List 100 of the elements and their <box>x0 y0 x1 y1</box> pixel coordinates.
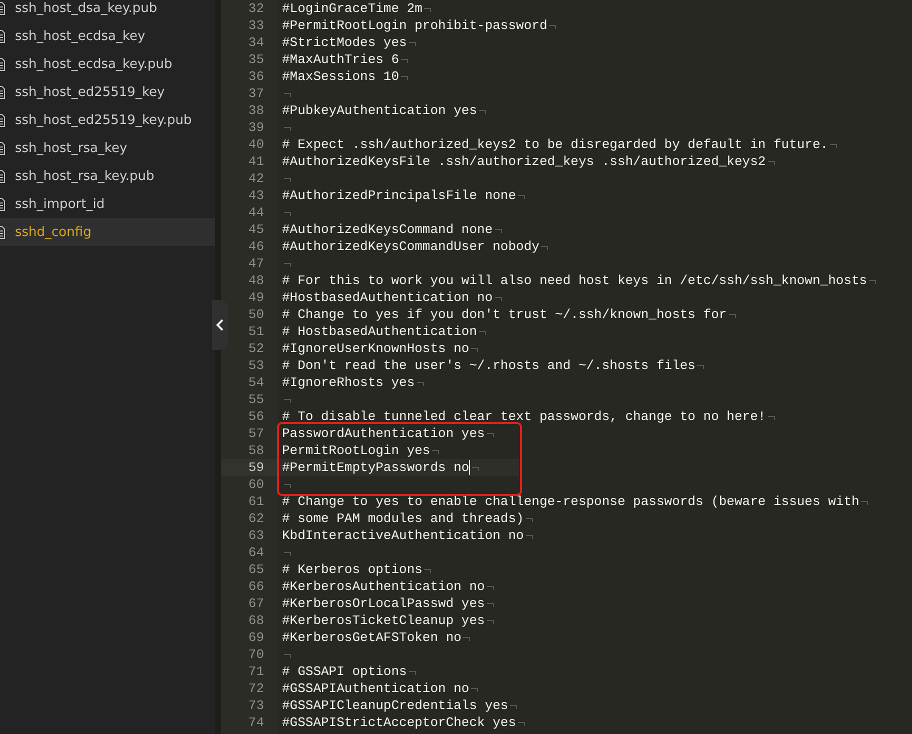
code-text: #IgnoreRhosts yes <box>282 374 415 391</box>
line-number: 59 <box>221 459 278 476</box>
file-icon <box>0 198 5 210</box>
file-icon <box>0 86 5 98</box>
file-item[interactable]: ssh_host_dsa_key.pub <box>0 0 215 22</box>
line-number: 65 <box>247 561 265 578</box>
line-number: 36 <box>247 68 265 85</box>
collapse-button[interactable] <box>212 300 228 350</box>
code-text: # Expect .ssh/authorized_keys2 to be disregarded by default in future. <box>282 136 828 153</box>
line-end-icon <box>494 297 502 301</box>
line-end-icon <box>869 280 876 284</box>
code-text: PermitRootLogin yes <box>282 442 430 459</box>
line-end-icon <box>424 569 432 573</box>
line-end-icon <box>768 161 775 165</box>
code-text: #AuthorizedKeysCommandUser nobody <box>282 238 540 255</box>
line-end-icon <box>526 518 533 522</box>
code-text: #MaxSessions 10 <box>282 68 400 85</box>
line-number: 39 <box>247 119 265 136</box>
file-icon <box>0 142 5 154</box>
file-item[interactable]: ssh_host_ed25519_key <box>0 78 215 106</box>
chevron-left-icon <box>216 319 224 331</box>
code-text: #AuthorizedPrincipalsFile none <box>282 187 516 204</box>
line-number: 57 <box>247 425 265 442</box>
file-item[interactable]: ssh_host_ecdsa_key.pub <box>0 50 215 78</box>
file-item[interactable]: ssh_import_id <box>0 190 215 218</box>
file-item[interactable]: ssh_host_rsa_key <box>0 134 215 162</box>
line-number: 53 <box>247 357 265 374</box>
text-cursor <box>469 460 470 475</box>
line-number: 32 <box>247 0 265 17</box>
file-item[interactable]: ssh_host_rsa_key.pub <box>0 162 215 190</box>
line-end-icon <box>486 603 494 607</box>
line-end-icon <box>494 229 502 233</box>
line-number: 45 <box>247 221 265 238</box>
code-text: #KerberosGetAFSToken no <box>282 629 462 646</box>
code-text: #MaxAuthTries 6 <box>282 51 400 68</box>
line-number: 61 <box>247 493 265 510</box>
line-end-icon <box>541 246 548 250</box>
code-text: #AuthorizedKeysFile .ssh/authorized_keys .ssh/authorized_keys2 <box>282 153 766 170</box>
line-end-icon <box>479 331 486 335</box>
line-number: 47 <box>247 255 265 272</box>
line-end-icon <box>284 484 291 488</box>
line-number: 62 <box>247 510 265 527</box>
code-text: #StrictModes yes <box>282 34 407 51</box>
line-end-icon <box>471 688 478 692</box>
line-number: 56 <box>247 408 265 425</box>
line-number: 52 <box>247 340 265 357</box>
line-number: 72 <box>247 680 265 697</box>
file-item[interactable]: ssh_host_ed25519_key.pub <box>0 106 215 134</box>
line-end-icon <box>486 433 494 437</box>
code-text: #KerberosTicketCleanup yes <box>282 612 485 629</box>
line-end-icon <box>697 365 704 369</box>
line-end-icon <box>486 620 494 624</box>
line-end-icon <box>471 348 478 352</box>
line-number: 51 <box>247 323 265 340</box>
line-number: 67 <box>247 595 265 612</box>
line-end-icon <box>479 110 486 114</box>
code-text: KbdInteractiveAuthentication no <box>282 527 524 544</box>
code-text: #GSSAPIAuthentication no <box>282 680 470 697</box>
file-icon <box>0 170 5 182</box>
file-icon <box>0 114 5 126</box>
line-end-icon <box>408 42 416 46</box>
line-number: 40 <box>247 136 265 153</box>
line-number: 34 <box>247 34 265 51</box>
line-end-icon <box>830 144 838 148</box>
code-text: #GSSAPIStrictAcceptorCheck yes <box>282 714 516 731</box>
line-end-icon <box>518 195 526 199</box>
line-end-icon <box>768 416 775 420</box>
code-text: # Change to yes to enable challenge-response passwords (beware issues with <box>282 493 860 510</box>
line-end-icon <box>401 59 408 63</box>
line-number: 49 <box>247 289 265 306</box>
code-text: #KerberosOrLocalPasswd yes <box>282 595 485 612</box>
file-icon <box>0 30 5 42</box>
line-number: 64 <box>247 544 265 561</box>
line-number: 54 <box>247 374 265 391</box>
line-number: 41 <box>247 153 265 170</box>
code-text: # Don't read the user's ~/.rhosts and ~/.shosts files <box>282 357 696 374</box>
code-text: PasswordAuthentication yes <box>282 425 485 442</box>
file-item[interactable]: ssh_host_ecdsa_key <box>0 22 215 50</box>
file-icon <box>0 2 5 14</box>
line-end-icon <box>408 671 416 675</box>
code-text: #PermitEmptyPasswords no <box>282 459 470 476</box>
line-number: 35 <box>247 51 265 68</box>
line-number: 48 <box>247 272 265 289</box>
line-end-icon <box>401 76 408 80</box>
line-end-icon <box>518 722 526 726</box>
line-number: 60 <box>247 476 265 493</box>
line-number: 68 <box>247 612 265 629</box>
line-number: 66 <box>247 578 265 595</box>
line-number: 74 <box>247 714 265 731</box>
file-item[interactable]: sshd_config <box>0 218 215 246</box>
line-number: 37 <box>247 85 265 102</box>
line-number: 44 <box>247 204 265 221</box>
code-text: # GSSAPI options <box>282 663 407 680</box>
code-text: #AuthorizedKeysCommand none <box>282 221 493 238</box>
line-number: 58 <box>247 442 265 459</box>
line-number: 33 <box>247 17 265 34</box>
line-number: 55 <box>247 391 265 408</box>
line-end-icon <box>463 637 470 641</box>
line-number: 71 <box>247 663 265 680</box>
code-text: # For this to work you will also need host keys in /etc/ssh/ssh_known_hosts <box>282 272 868 289</box>
